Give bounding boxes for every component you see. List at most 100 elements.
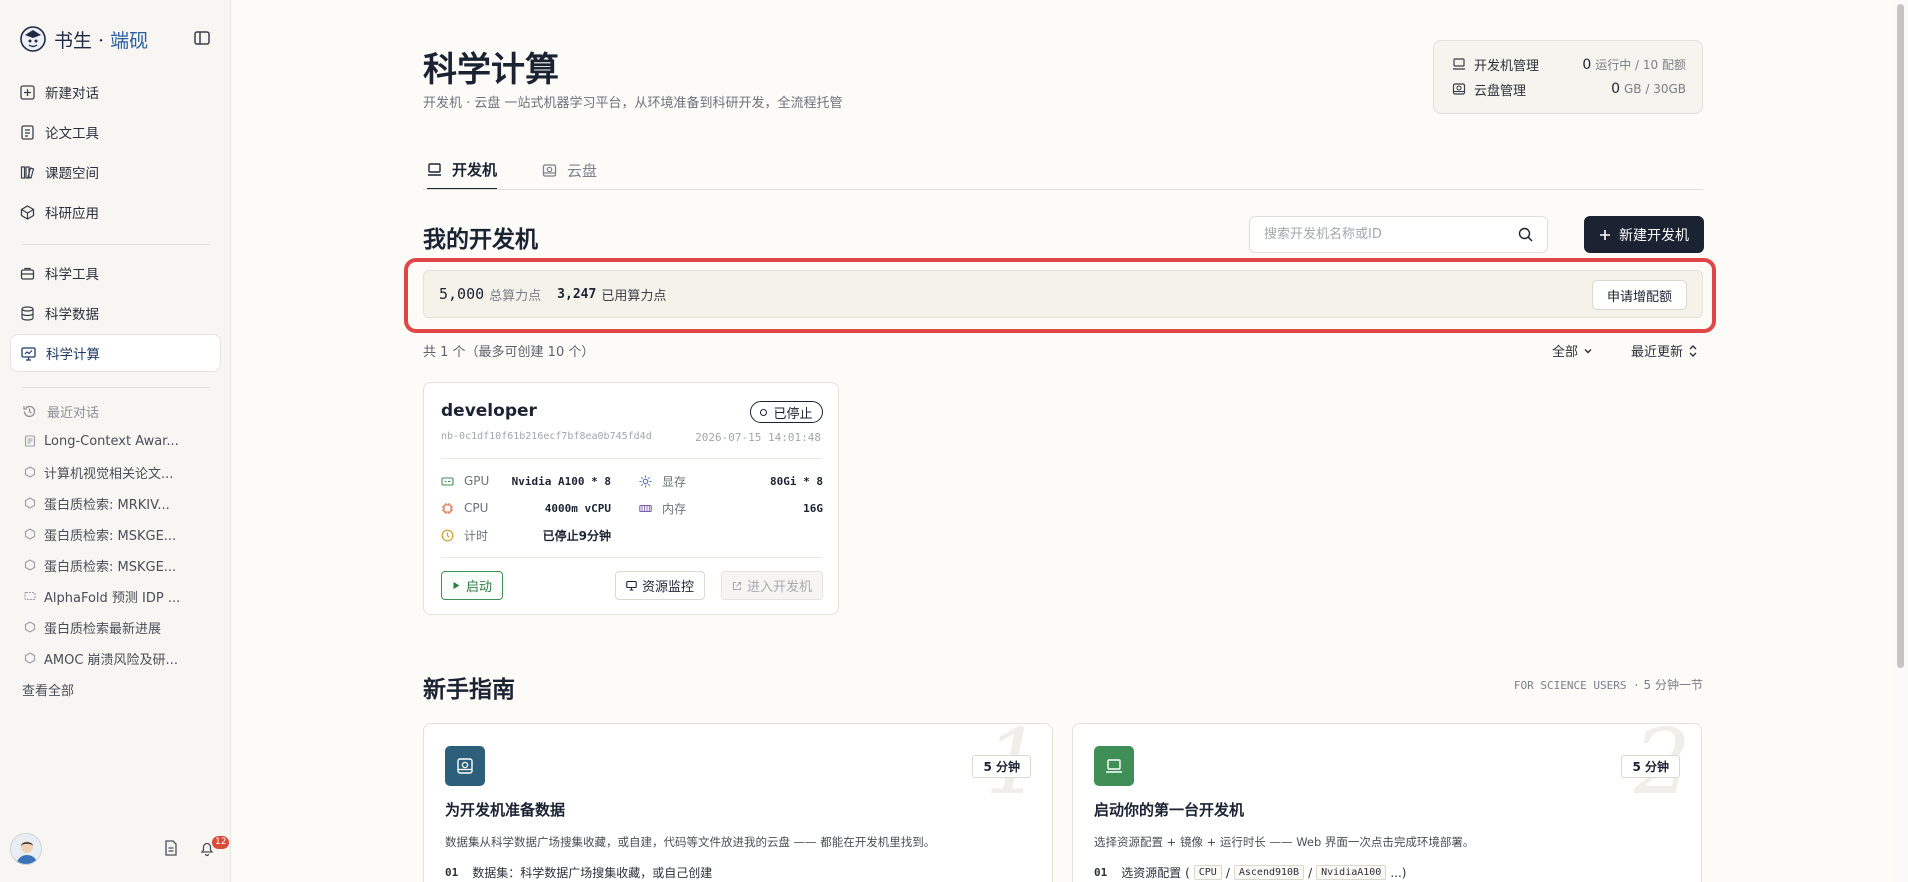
- spec-value: 4000m vCPU: [544, 501, 611, 515]
- sidebar-item-paper-tools[interactable]: 论文工具: [10, 113, 221, 151]
- enter-devmachine-button[interactable]: 进入开发机: [721, 571, 824, 600]
- spec-label: CPU: [464, 501, 489, 515]
- spec-label: 计时: [464, 528, 489, 543]
- spec-gpu: GPU Nvidia A100 * 8: [441, 472, 611, 490]
- history-icon: [23, 405, 36, 418]
- sidebar-toggle-icon[interactable]: [193, 29, 211, 47]
- search-input[interactable]: [1264, 227, 1518, 242]
- sidebar-item-label: 科学数据: [45, 307, 99, 323]
- sidebar-item-label: 科学工具: [45, 267, 99, 283]
- sidebar-item-label: 课题空间: [45, 166, 99, 182]
- status-filter-dropdown[interactable]: 全部: [1552, 341, 1593, 360]
- highlight-annotation-box: [404, 258, 1716, 333]
- recent-header-label: 最近对话: [47, 406, 100, 421]
- stat-unit: GB / 30GB: [1623, 82, 1686, 96]
- spec-value: 80Gi * 8: [770, 474, 823, 488]
- guide-card-prepare-data[interactable]: 1 5 分钟 为开发机准备数据 数据集从科学数据广场搜集收藏，或自建，代码等文件…: [423, 723, 1053, 882]
- step-number: 01: [1094, 866, 1108, 879]
- stat-label: 云盘管理: [1474, 83, 1527, 99]
- page-scrollbar[interactable]: [1893, 0, 1908, 882]
- recent-chat-item[interactable]: 计算机视觉相关论文...: [24, 461, 204, 483]
- recent-chat-item[interactable]: 蛋白质检索最新进展: [24, 616, 204, 638]
- sidebar-item-science-compute[interactable]: 科学计算: [10, 334, 221, 372]
- guide-card-desc: 数据集从科学数据广场搜集收藏，或自建，代码等文件放进我的云盘 —— 都能在开发机…: [445, 835, 936, 849]
- sidebar-item-new-chat[interactable]: 新建对话: [10, 73, 221, 111]
- sidebar-item-science-tools[interactable]: 科学工具: [10, 254, 221, 292]
- document-icon: [24, 435, 36, 447]
- guide-card-start-machine[interactable]: 2 5 分钟 启动你的第一台开发机 选择资源配置 + 镜像 + 运行时长 —— …: [1072, 723, 1702, 882]
- new-devmachine-button[interactable]: 新建开发机: [1584, 216, 1704, 253]
- stat-value: 0: [1611, 81, 1620, 97]
- scrollbar-thumb[interactable]: [1897, 4, 1904, 668]
- recent-chat-item[interactable]: 蛋白质检索: MSKGE...: [24, 554, 204, 576]
- stat-devmachine[interactable]: 开发机管理 0 运行中 / 10 配额: [1452, 54, 1686, 74]
- guide-meta: FOR SCIENCE USERS · 5 分钟一节: [1467, 676, 1703, 693]
- document-icon[interactable]: [162, 839, 180, 857]
- recent-chat-item[interactable]: Long-Context Awar...: [24, 430, 204, 452]
- recent-chat-item[interactable]: 蛋白质检索: MRKIV...: [24, 492, 204, 514]
- recent-chat-title: 蛋白质检索最新进展: [44, 621, 162, 637]
- recent-chat-title: 蛋白质检索: MRKIV...: [44, 497, 170, 513]
- plus-icon: [1600, 229, 1610, 240]
- resource-chip: Ascend910B: [1233, 865, 1305, 880]
- stat-unit: 运行中 / 10 配额: [1595, 57, 1686, 72]
- machine-id: nb-0c1df10f61b216ecf7bf8ea0b745fd4d: [441, 431, 652, 442]
- tab-label: 开发机: [452, 160, 498, 179]
- sidebar-item-project-space[interactable]: 课题空间: [10, 153, 221, 191]
- resource-monitor-button[interactable]: 资源监控: [615, 571, 706, 600]
- status-label: 已停止: [773, 406, 813, 422]
- database-icon: [21, 305, 34, 321]
- external-link-icon: [733, 581, 741, 590]
- sidebar-item-label: 新建对话: [45, 86, 99, 102]
- clock-icon: [441, 529, 454, 541]
- tab-label: 云盘: [567, 161, 598, 180]
- tabs-divider: [423, 189, 1703, 190]
- main-content: 科学计算 开发机 · 云盘 一站式机器学习平台，从环境准备到科研开发，全流程托管…: [232, 0, 1892, 882]
- page-subtitle: 开发机 · 云盘 一站式机器学习平台，从环境准备到科研开发，全流程托管: [423, 96, 843, 111]
- plus-square-icon: [20, 84, 35, 100]
- resource-chip: CPU: [1193, 865, 1222, 880]
- monitor-chart-icon: [21, 346, 36, 361]
- cube-icon: [24, 466, 36, 478]
- sidebar: 书生 · 端砚 新建对话 论文工具 课题空间 科研应用 科学工具 科学数据 科学…: [0, 0, 231, 882]
- recent-chat-item[interactable]: 蛋白质检索: MSKGE...: [24, 523, 204, 545]
- step-text: 数据集：科学数据广场搜集收藏，或自己创建: [472, 866, 713, 880]
- step-tail: ...): [1390, 865, 1407, 880]
- sort-dropdown[interactable]: 最近更新: [1631, 341, 1698, 360]
- sidebar-item-science-data[interactable]: 科学数据: [10, 294, 221, 332]
- search-icon[interactable]: [1518, 227, 1533, 242]
- cube-icon: [24, 497, 36, 509]
- sort-icon: [1689, 344, 1697, 357]
- tab-devmachine[interactable]: 开发机: [427, 150, 498, 190]
- library-icon: [20, 165, 35, 179]
- sidebar-item-label: 科研应用: [45, 206, 99, 222]
- guide-step: 01 选资源配置 ( CPU / Ascend910B / NvidiaA100 .…: [1094, 865, 1407, 880]
- cube-icon: [24, 559, 36, 571]
- spec-label: GPU: [464, 474, 490, 488]
- recent-chat-item[interactable]: AMOC 崩溃风险及研...: [24, 647, 204, 669]
- spec-memory: 内存 16G: [639, 499, 823, 517]
- app-logo[interactable]: 书生 · 端砚: [20, 24, 148, 54]
- guide-meta-en: FOR SCIENCE USERS ·: [1513, 679, 1640, 692]
- section-title-guide: 新手指南: [423, 676, 515, 703]
- guide-meta-cn: 5 分钟一节: [1639, 678, 1703, 692]
- user-avatar[interactable]: [10, 833, 42, 865]
- stat-clouddisk[interactable]: 云盘管理 0 GB / 30GB: [1452, 79, 1686, 99]
- stat-label: 开发机管理: [1474, 58, 1540, 74]
- play-icon: [453, 582, 460, 589]
- view-all-link[interactable]: 查看全部: [22, 680, 74, 699]
- section-title-machines: 我的开发机: [423, 226, 538, 253]
- tab-clouddisk[interactable]: 云盘: [542, 150, 597, 190]
- devmachine-card[interactable]: developer 已停止 nb-0c1df10f61b216ecf7bf8ea…: [423, 382, 839, 615]
- recent-chat-item[interactable]: AlphaFold 预测 IDP ...: [24, 585, 204, 607]
- cube-icon: [24, 528, 36, 540]
- toolbox-icon: [20, 267, 35, 280]
- start-button[interactable]: 启动: [441, 571, 504, 600]
- logo-text: 书生 ·: [54, 29, 105, 52]
- new-devmachine-label: 新建开发机: [1619, 227, 1689, 244]
- disk-icon: [445, 746, 485, 786]
- memory-icon: [639, 504, 652, 512]
- sidebar-item-research-apps[interactable]: 科研应用: [10, 193, 221, 231]
- spec-vram: 显存 80Gi * 8: [639, 472, 823, 490]
- step-text: 选资源配置 (: [1121, 866, 1190, 880]
